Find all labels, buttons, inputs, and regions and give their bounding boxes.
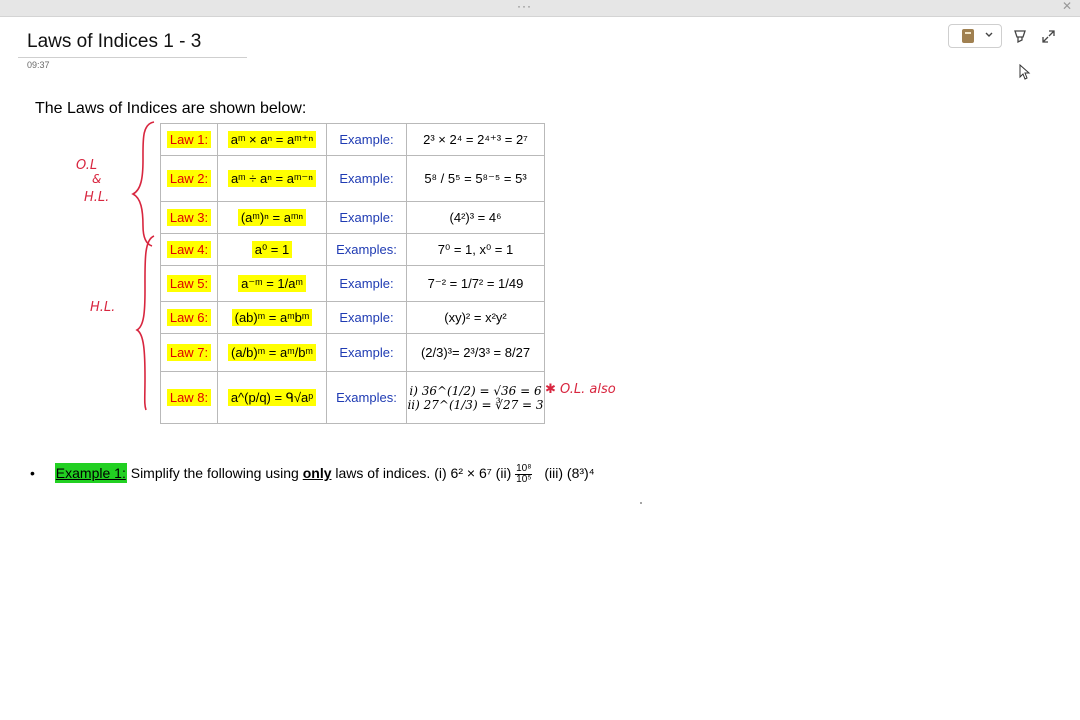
- example-value: 7⁰ = 1, x⁰ = 1: [437, 241, 514, 257]
- bullet-icon: •: [30, 465, 35, 482]
- annotation-hl-top: H.L.: [84, 190, 110, 205]
- example-label: Example:: [339, 132, 394, 147]
- example-label: Examples:: [336, 390, 397, 405]
- example-1-tag: Example 1:: [54, 463, 127, 484]
- law-formula: a⁻ᵐ = 1/aᵐ: [238, 274, 306, 292]
- example-value: 7⁻² = 1/7² = 1/49: [427, 275, 524, 291]
- law-label: Law 1:: [166, 131, 212, 148]
- fraction-denominator: 10⁵: [516, 474, 532, 485]
- laws-table: Law 1: aᵐ × aⁿ = aᵐ⁺ⁿ Example: 2³ × 2⁴ =…: [160, 123, 545, 424]
- table-row: Law 4: a⁰ = 1 Examples: 7⁰ = 1, x⁰ = 1: [160, 233, 545, 266]
- example-label: Example:: [339, 345, 394, 360]
- law-formula: a^(p/q) = ᑫ√aᵖ: [227, 388, 317, 406]
- law-label: Law 8:: [166, 389, 212, 406]
- example-value: (xy)² = x²y²: [444, 310, 507, 325]
- example-value-i: i) 36^(1/2) = √36 = 6: [409, 383, 542, 398]
- table-row: Law 8: a^(p/q) = ᑫ√aᵖ Examples: i) 36^(1…: [160, 371, 545, 424]
- notebook-icon: [962, 29, 974, 43]
- expand-icon[interactable]: [1042, 30, 1055, 43]
- annotation-ol: O.L: [76, 158, 98, 173]
- example-value: (4²)³ = 4⁶: [449, 210, 502, 225]
- law-label: Law 2:: [166, 170, 212, 187]
- example-1-text-before: Simplify the following using: [130, 465, 299, 482]
- example-1-text-after: laws of indices. (i) 6² × 6⁷ (ii): [335, 465, 512, 482]
- law-label: Law 5:: [166, 275, 212, 292]
- example-label: Example:: [339, 310, 394, 325]
- close-icon[interactable]: ✕: [1062, 0, 1072, 13]
- example-value: 5⁸ / 5⁵ = 5⁸⁻⁵ = 5³: [424, 170, 527, 186]
- law-label: Law 6:: [166, 309, 212, 326]
- cursor-icon: [1019, 64, 1031, 80]
- example-1-fraction: 10⁸ 10⁵: [515, 464, 533, 485]
- example-value-ii: ii) 27^(1/3) = ∛27 = 3: [407, 397, 544, 412]
- annotation-ampersand: &: [92, 172, 102, 186]
- law-formula: aᵐ × aⁿ = aᵐ⁺ⁿ: [227, 130, 317, 148]
- example-1-bold-word: only: [302, 465, 332, 482]
- example-label: Example:: [339, 210, 394, 225]
- example-1-line: • Example 1: Simplify the following usin…: [30, 463, 595, 485]
- law-formula: (ab)ᵐ = aᵐbᵐ: [231, 309, 313, 326]
- notebook-selector-button[interactable]: [948, 24, 1002, 48]
- table-row: Law 7: (a/b)ᵐ = aᵐ/bᵐ Example: (2/3)³= 2…: [160, 333, 545, 372]
- law-formula: (aᵐ)ⁿ = aᵐⁿ: [237, 209, 307, 226]
- law-formula: aᵐ ÷ aⁿ = aᵐ⁻ⁿ: [227, 169, 317, 187]
- example-label: Example:: [339, 276, 394, 291]
- table-row: Law 5: a⁻ᵐ = 1/aᵐ Example: 7⁻² = 1/7² = …: [160, 265, 545, 302]
- annotation-hl-bottom: H.L.: [90, 300, 116, 315]
- highlighter-icon[interactable]: [1013, 29, 1027, 45]
- law-label: Law 4:: [166, 241, 212, 258]
- more-icon[interactable]: ···: [517, 0, 532, 13]
- table-row: Law 3: (aᵐ)ⁿ = aᵐⁿ Example: (4²)³ = 4⁶: [160, 201, 545, 234]
- annotation-ol-also: ✱ O.L. also: [545, 382, 616, 397]
- example-label: Example:: [339, 171, 394, 186]
- example-value: 2³ × 2⁴ = 2⁴⁺³ = 2⁷: [423, 131, 528, 147]
- table-row: Law 1: aᵐ × aⁿ = aᵐ⁺ⁿ Example: 2³ × 2⁴ =…: [160, 123, 545, 156]
- example-value: (2/3)³= 2³/3³ = 8/27: [420, 345, 531, 360]
- law-label: Law 7:: [166, 344, 212, 361]
- example-1-part-3: (iii) (8³)⁴: [544, 465, 595, 482]
- example-label: Examples:: [336, 242, 397, 257]
- law-formula: (a/b)ᵐ = aᵐ/bᵐ: [228, 344, 316, 361]
- law-formula: a⁰ = 1: [251, 240, 293, 258]
- law-label: Law 3:: [166, 209, 212, 226]
- table-row: Law 6: (ab)ᵐ = aᵐbᵐ Example: (xy)² = x²y…: [160, 301, 545, 334]
- chevron-down-icon: [985, 32, 993, 37]
- table-row: Law 2: aᵐ ÷ aⁿ = aᵐ⁻ⁿ Example: 5⁸ / 5⁵ =…: [160, 155, 545, 202]
- ink-dot: [640, 502, 642, 504]
